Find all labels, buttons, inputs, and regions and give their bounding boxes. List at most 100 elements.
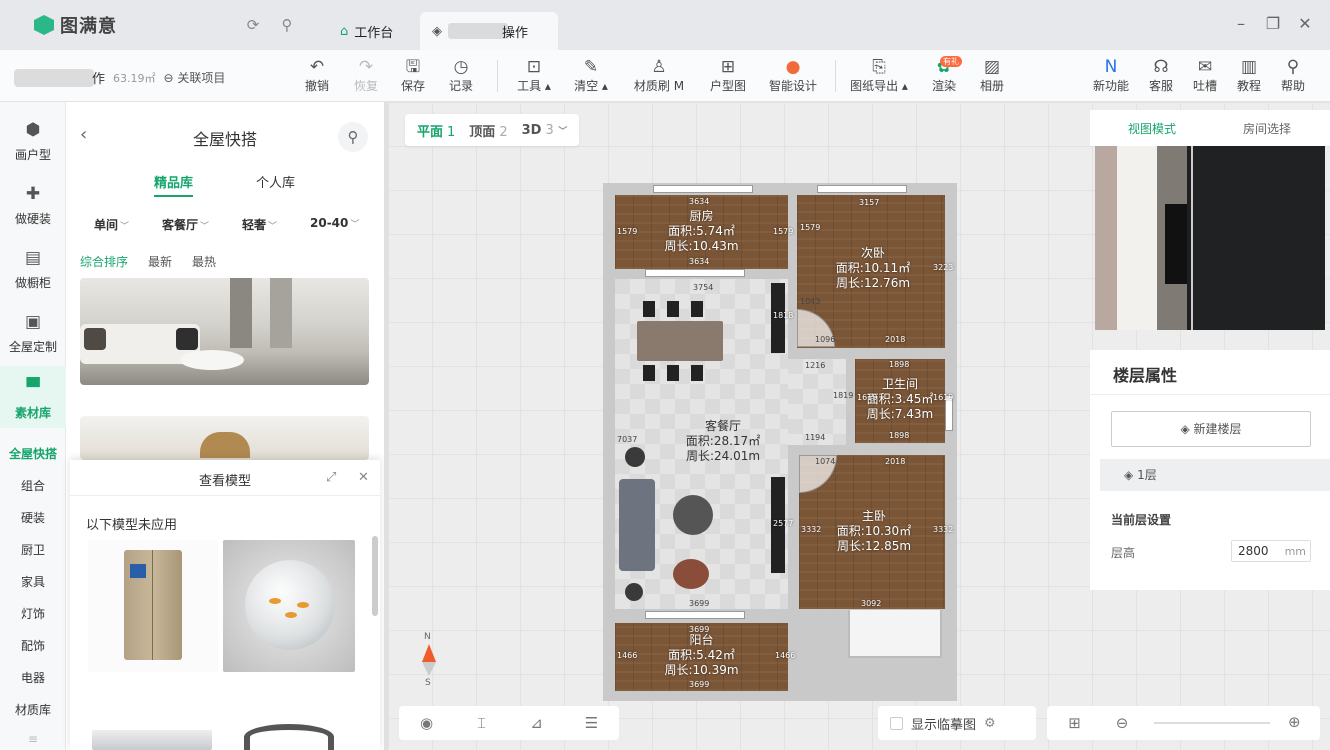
show-trace-checkbox[interactable]: 显示临摹图 ⚙: [878, 714, 1008, 733]
expand-icon[interactable]: ⤢: [326, 470, 336, 485]
subnav-accessories[interactable]: 配饰: [0, 637, 66, 654]
subnav-hard[interactable]: 硬装: [0, 509, 66, 526]
new-icon: N: [1104, 57, 1118, 77]
search-icon[interactable]: ⚲: [338, 122, 368, 152]
filter-room-type[interactable]: 单间 ﹀: [94, 216, 129, 233]
room-perimeter: 周长:7.43m: [866, 407, 934, 421]
tab-project[interactable]: ◈ 操作: [420, 12, 558, 50]
sort-newest[interactable]: 最新: [148, 253, 172, 270]
dim-label: 3634: [689, 257, 710, 266]
chart-icon[interactable]: ⊿: [509, 714, 564, 732]
restore-button[interactable]: ❐: [1262, 14, 1284, 33]
minimize-button[interactable]: –: [1230, 14, 1252, 33]
material-brush-button[interactable]: ♙ 材质刷 M: [625, 54, 693, 98]
eye-icon[interactable]: ◉: [399, 714, 454, 732]
list-icon[interactable]: ☰: [564, 714, 619, 732]
filter-space[interactable]: 客餐厅 ﹀: [162, 216, 209, 233]
tab-workbench[interactable]: ⌂ 工作台: [328, 12, 405, 50]
zoom-slider[interactable]: [1154, 722, 1270, 724]
smart-design-button[interactable]: ● 智能设计: [765, 54, 821, 98]
dim-label: 3699: [689, 599, 710, 608]
history-button[interactable]: ◷ 记录: [433, 54, 489, 98]
clear-button[interactable]: ✎ 清空 ▴: [563, 54, 619, 98]
nav-cabinets[interactable]: ▤ 做橱柜: [0, 248, 66, 291]
separator: [497, 60, 498, 92]
subnav-furniture[interactable]: 家具: [0, 573, 66, 590]
project-name[interactable]: 作: [92, 68, 105, 87]
nav-draw-floorplan[interactable]: ⬢ 画户型: [0, 120, 66, 163]
plant: [625, 583, 643, 601]
dim-label: 1096: [815, 335, 836, 344]
close-button[interactable]: ✕: [1294, 14, 1316, 33]
tools-button[interactable]: ⊡ 工具 ▴: [506, 54, 562, 98]
dim-label: 1579: [617, 227, 638, 236]
floor-height-input[interactable]: 2800 mm: [1231, 540, 1311, 562]
wardrobe-icon: ▣: [24, 312, 42, 332]
view-plan[interactable]: 平面 1: [417, 121, 455, 140]
kitchen-label: 厨房 面积:5.74㎡ 周长:10.43m: [615, 209, 788, 254]
gear-icon[interactable]: ⚙: [984, 716, 996, 731]
new-features-button[interactable]: N 新功能: [1083, 54, 1139, 98]
app-logo[interactable]: 图满意: [34, 12, 117, 38]
bottom-toolbar-left: ◉ ⌶ ⊿ ☰: [399, 706, 619, 740]
tab-view-mode[interactable]: 视图模式: [1128, 120, 1176, 137]
scheme-card[interactable]: [80, 416, 369, 460]
subnav-combo[interactable]: 组合: [0, 477, 66, 494]
dim-label: 1818: [773, 311, 794, 320]
floor-item[interactable]: ◈ 1层: [1100, 459, 1330, 491]
model-thumb-ceiling-light[interactable]: [244, 724, 334, 750]
subnav-lighting[interactable]: 灯饰: [0, 605, 66, 622]
menu-icon[interactable]: ≡: [0, 732, 66, 746]
filter-area[interactable]: 20-40 ﹀: [310, 216, 359, 230]
refresh-icon[interactable]: ⟳: [244, 16, 262, 34]
nav-label: 素材库: [14, 406, 51, 420]
armchair[interactable]: [673, 559, 709, 589]
toolbox-icon: ⊡: [526, 57, 542, 77]
3d-preview[interactable]: [1095, 146, 1325, 330]
model-thumb-aircon[interactable]: [92, 730, 212, 750]
sofa[interactable]: [619, 479, 655, 571]
room-name: 厨房: [689, 209, 714, 223]
scrollbar[interactable]: [372, 536, 378, 616]
drawing-export-button[interactable]: ⎘ 图纸导出 ▴: [848, 54, 910, 98]
zoom-out-icon[interactable]: ⊖: [1102, 714, 1142, 732]
nav-hard-decor[interactable]: ✚ 做硬装: [0, 184, 66, 227]
scheme-card[interactable]: [80, 278, 369, 385]
room-perimeter: 周长:12.76m: [835, 276, 911, 290]
dim-label: 2018: [885, 335, 906, 344]
coffee-table[interactable]: [673, 495, 713, 535]
tab-premium-lib[interactable]: 精品库: [154, 172, 194, 197]
current-floor-setting: 当前层设置: [1111, 513, 1172, 527]
dining-table[interactable]: [637, 321, 723, 361]
filter-style[interactable]: 轻奢 ﹀: [242, 216, 277, 233]
help-button[interactable]: ⚲ 帮助: [1265, 54, 1321, 98]
sort-overall[interactable]: 综合排序: [80, 253, 128, 270]
tab-personal-lib[interactable]: 个人库: [256, 172, 295, 191]
nav-custom[interactable]: ▣ 全屋定制: [0, 312, 66, 355]
tab-room-select[interactable]: 房间选择: [1243, 120, 1291, 137]
album-button[interactable]: ▨ 相册: [964, 54, 1020, 98]
zoom-in-icon[interactable]: ⊕: [1288, 713, 1301, 731]
undo-button[interactable]: ↶ 撤销: [289, 54, 345, 98]
link-icon[interactable]: ⚲: [278, 16, 296, 34]
cabinet-icon: ▤: [24, 248, 42, 268]
new-floor-button[interactable]: ◈ 新建楼层: [1111, 411, 1311, 447]
view-ceiling[interactable]: 顶面 2: [469, 121, 507, 140]
view-3d[interactable]: 3D 3 ﹀: [522, 123, 568, 138]
subnav-material-lib[interactable]: 材质库: [0, 701, 66, 718]
subnav-quick-build[interactable]: 全屋快搭: [0, 445, 66, 462]
dim-label: 3699: [689, 625, 710, 634]
sort-hottest[interactable]: 最热: [192, 253, 216, 270]
nav-materials[interactable]: ▀ 素材库: [0, 366, 66, 428]
subnav-appliances[interactable]: 电器: [0, 669, 66, 686]
model-thumb-fridge[interactable]: [88, 540, 218, 672]
close-icon[interactable]: ✕: [358, 470, 369, 485]
floorplan-button[interactable]: ⊞ 户型图: [700, 54, 756, 98]
dim-label: 1898: [889, 431, 910, 440]
model-thumb-fishbowl[interactable]: [223, 540, 355, 672]
fit-view-icon[interactable]: ⊞: [1047, 714, 1102, 732]
measure-icon[interactable]: ⌶: [454, 714, 509, 732]
subnav-kitchen-bath[interactable]: 厨卫: [0, 541, 66, 558]
checkbox[interactable]: [890, 716, 903, 730]
link-project-button[interactable]: ⊖ 关联项目: [164, 69, 226, 86]
